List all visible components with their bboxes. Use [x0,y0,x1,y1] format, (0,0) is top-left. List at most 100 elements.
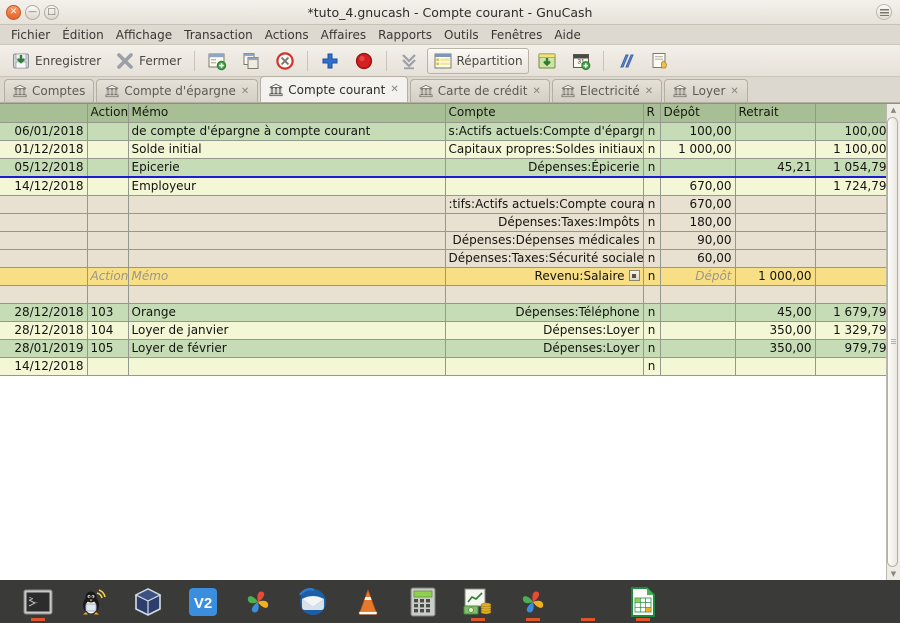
window-menu-button[interactable] [876,4,892,20]
col-header-depot[interactable]: Dépôt [660,104,735,122]
cell-r[interactable]: n [643,140,660,158]
cell-r[interactable]: n [643,321,660,339]
cell-memo[interactable] [128,285,445,303]
cell-r[interactable]: n [643,122,660,140]
taskbar-item-calculator[interactable] [395,580,450,623]
cell-action[interactable] [87,231,128,249]
menu-item-fenetres[interactable]: Fenêtres [485,27,549,43]
taskbar-item-tux[interactable] [65,580,120,623]
cell-retrait[interactable] [735,177,815,196]
cell-depot[interactable]: 670,00 [660,177,735,196]
cell-date[interactable]: 01/12/2018 [0,140,87,158]
cell-compte[interactable]: s:Actifs actuels:Compte d'épargne [445,122,643,140]
cell-retrait[interactable]: 350,00 [735,339,815,357]
blank-transaction-button[interactable] [610,48,642,74]
new-transaction-button[interactable] [201,48,233,74]
cell-date[interactable] [0,249,87,267]
taskbar-item-shotwell[interactable] [230,580,285,623]
taskbar-item-vlc[interactable] [340,580,395,623]
cell-r[interactable]: n [643,267,660,285]
cell-r[interactable]: n [643,249,660,267]
tab-loyer[interactable]: Loyer ✕ [664,79,748,102]
cell-r[interactable]: n [643,195,660,213]
split-button[interactable]: Répartition [427,48,529,74]
duplicate-transaction-button[interactable] [235,48,267,74]
cell-date[interactable] [0,285,87,303]
cell-compte[interactable] [445,357,643,375]
cell-depot[interactable]: 670,00 [660,195,735,213]
cell-r[interactable]: n [643,158,660,177]
menu-item-edition[interactable]: Édition [56,27,110,43]
cell-compte[interactable]: :tifs:Actifs actuels:Compte courant [445,195,643,213]
menu-item-transaction[interactable]: Transaction [178,27,259,43]
table-row[interactable]: Dépenses:Taxes:Impôts n 180,00 [0,213,890,231]
cell-compte[interactable]: Dépenses:Loyer [445,339,643,357]
cell-action[interactable] [87,158,128,177]
menu-item-affichage[interactable]: Affichage [110,27,178,43]
cell-date[interactable]: 05/12/2018 [0,158,87,177]
cell-retrait[interactable] [735,357,815,375]
cell-compte[interactable] [445,177,643,196]
cell-depot[interactable]: 1 000,00 [660,140,735,158]
cell-retrait[interactable] [735,231,815,249]
cell-action[interactable] [87,249,128,267]
taskbar-item-libreoffice-calc[interactable] [615,580,670,623]
cell-date[interactable]: 28/12/2018 [0,303,87,321]
cell-date[interactable]: 28/01/2019 [0,339,87,357]
table-row[interactable]: Dépenses:Taxes:Sécurité sociale n 60,00 [0,249,890,267]
cell-r[interactable]: n [643,231,660,249]
tab-compte-courant[interactable]: Compte courant ✕ [260,76,407,102]
cell-depot[interactable]: 100,00 [660,122,735,140]
cell-memo[interactable]: de compte d'épargne à compte courant [128,122,445,140]
cell-memo[interactable]: Loyer de janvier [128,321,445,339]
depot-input[interactable]: Dépôt [660,267,735,285]
scroll-up-button[interactable]: ▲ [888,104,900,116]
cell-action[interactable] [87,177,128,196]
cell-retrait[interactable] [735,213,815,231]
scroll-down-button[interactable]: ▼ [888,568,900,580]
cell-r[interactable] [643,285,660,303]
cell-r[interactable]: n [643,357,660,375]
table-row[interactable]: 06/01/2018 de compte d'épargne à compte … [0,122,890,140]
cell-compte[interactable]: Dépenses:Loyer [445,321,643,339]
cell-retrait[interactable] [735,122,815,140]
retrait-input[interactable]: 1 000,00 [735,267,815,285]
table-row[interactable]: 28/12/2018 103 Orange Dépenses:Téléphone… [0,303,890,321]
cell-memo[interactable] [128,195,445,213]
cell-date[interactable]: 14/12/2018 [0,177,87,196]
cell-memo[interactable]: Loyer de février [128,339,445,357]
col-header-solde[interactable] [815,104,890,122]
table-row[interactable]: :tifs:Actifs actuels:Compte courant n 67… [0,195,890,213]
table-row[interactable] [0,285,890,303]
cell-retrait[interactable] [735,195,815,213]
cell-compte[interactable] [445,285,643,303]
col-header-date[interactable] [0,104,87,122]
taskbar-item-spacer[interactable] [560,580,615,623]
cell-retrait[interactable]: 45,00 [735,303,815,321]
cell-depot[interactable]: 180,00 [660,213,735,231]
tab-close-icon[interactable]: ✕ [532,86,540,97]
jump-button[interactable] [393,48,425,74]
cell-compte[interactable]: Dépenses:Épicerie [445,158,643,177]
cell-action[interactable]: 104 [87,321,128,339]
cell-action[interactable]: 105 [87,339,128,357]
cell-action[interactable] [87,195,128,213]
cell-retrait[interactable]: 45,21 [735,158,815,177]
menu-item-outils[interactable]: Outils [438,27,485,43]
table-row[interactable]: 05/12/2018 Epicerie Dépenses:Épicerie n … [0,158,890,177]
cancel-transaction-button[interactable] [269,48,301,74]
save-button[interactable]: Enregistrer [5,48,107,74]
tab-comptes[interactable]: Comptes [4,79,94,102]
cell-compte[interactable]: Dépenses:Taxes:Impôts [445,213,643,231]
cell-memo[interactable] [128,213,445,231]
cell-depot[interactable] [660,339,735,357]
col-header-compte[interactable]: Compte [445,104,643,122]
cell-compte[interactable]: Capitaux propres:Soldes initiaux [445,140,643,158]
compte-combo-input[interactable]: Revenu:Salaire [445,267,643,285]
cell-date[interactable]: 14/12/2018 [0,357,87,375]
cell-compte[interactable]: Dépenses:Taxes:Sécurité sociale [445,249,643,267]
cell-memo[interactable] [128,231,445,249]
window-minimize-button[interactable]: — [25,5,40,20]
taskbar-item-virtualbox[interactable] [120,580,175,623]
cell-memo[interactable] [128,249,445,267]
